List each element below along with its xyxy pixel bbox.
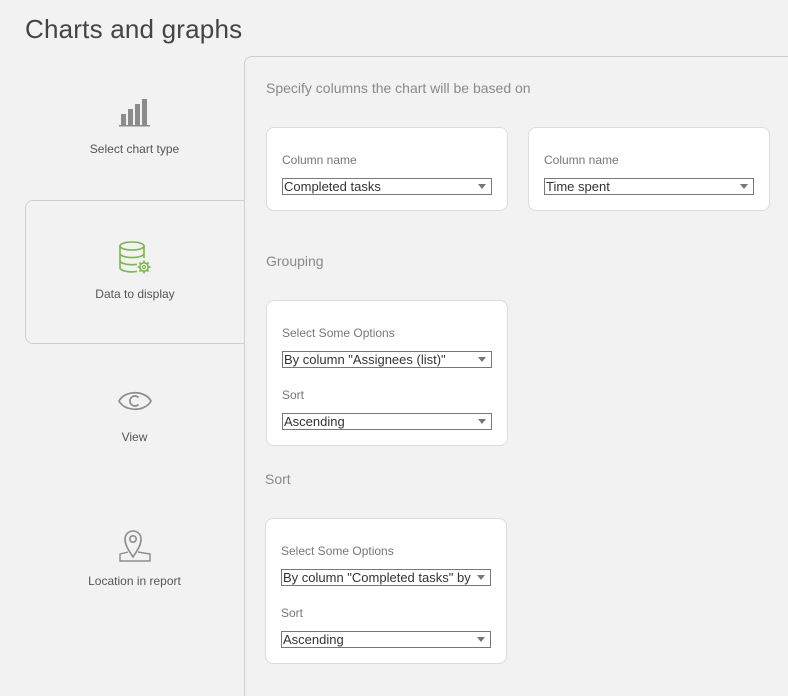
grouping-sort-select[interactable]: Ascending [282, 413, 492, 430]
grouping-card: Select Some Options By column "Assignees… [266, 300, 508, 446]
bar-chart-icon [118, 96, 152, 130]
sort-section-title: Sort [265, 471, 291, 487]
step-label: View [121, 430, 148, 444]
column-card-1: Column name Completed tasks [266, 127, 508, 211]
select-value: By column "Assignees (list)" [284, 352, 446, 367]
eye-icon [117, 384, 153, 418]
chevron-down-icon [477, 637, 485, 642]
database-gear-icon [117, 241, 153, 275]
select-value: By column "Completed tasks" by [283, 570, 471, 585]
grouping-sort-label: Sort [282, 388, 305, 402]
step-select-chart-type[interactable]: Select chart type [25, 56, 244, 200]
data-settings-panel: Specify columns the chart will be based … [244, 56, 788, 696]
columns-section-title: Specify columns the chart will be based … [266, 80, 531, 96]
select-value: Ascending [284, 414, 345, 429]
page-title: Charts and graphs [25, 14, 243, 44]
step-label: Data to display [95, 287, 175, 301]
column-2-select[interactable]: Time spent [544, 178, 754, 195]
column-card-2: Column name Time spent [528, 127, 770, 211]
chevron-down-icon [740, 184, 748, 189]
grouping-section-title: Grouping [266, 253, 324, 269]
chevron-down-icon [478, 419, 486, 424]
sort-card: Select Some Options By column "Completed… [265, 518, 507, 664]
column-name-label: Column name [282, 153, 357, 167]
grouping-options-label: Select Some Options [282, 326, 395, 340]
chevron-down-icon [478, 357, 486, 362]
sort-sort-label: Sort [281, 606, 304, 620]
select-value: Completed tasks [284, 179, 381, 194]
select-value: Ascending [283, 632, 344, 647]
step-label: Location in report [88, 574, 181, 588]
location-pin-icon [117, 528, 153, 562]
chevron-down-icon [477, 575, 485, 580]
column-1-select[interactable]: Completed tasks [282, 178, 492, 195]
step-data-to-display[interactable]: Data to display [25, 200, 244, 344]
step-label: Select chart type [89, 142, 180, 156]
sort-options-label: Select Some Options [281, 544, 394, 558]
step-view[interactable]: View [25, 344, 244, 488]
column-name-label: Column name [544, 153, 619, 167]
step-location-in-report[interactable]: Location in report [25, 488, 244, 632]
sort-order-select[interactable]: Ascending [281, 631, 491, 648]
grouping-column-select[interactable]: By column "Assignees (list)" [282, 351, 492, 368]
select-value: Time spent [546, 179, 610, 194]
sort-column-select[interactable]: By column "Completed tasks" by [281, 569, 491, 586]
chevron-down-icon [478, 184, 486, 189]
